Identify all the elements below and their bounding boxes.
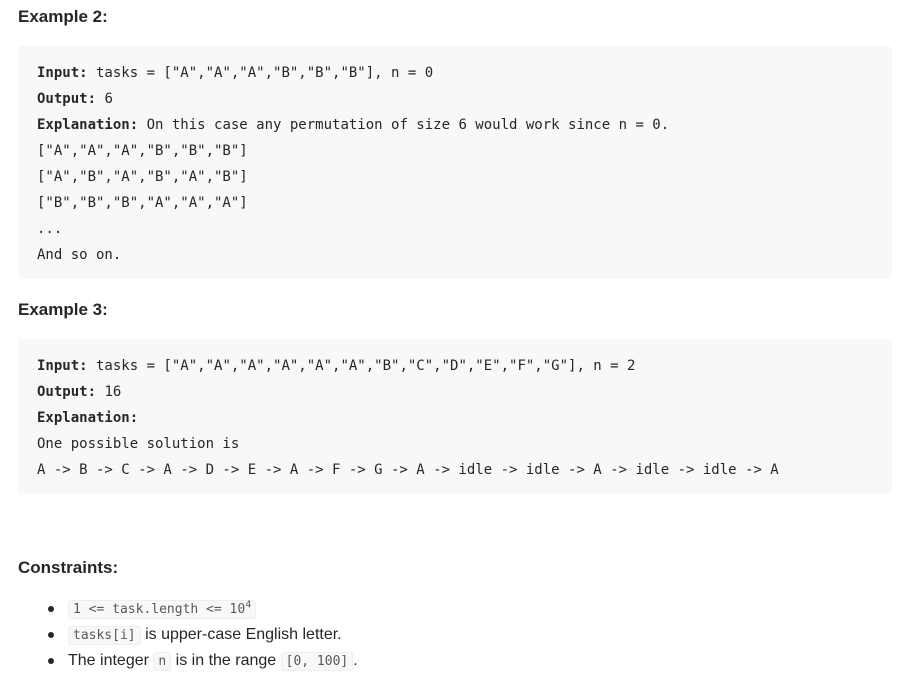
example-3-explanation-line: Explanation: — [37, 405, 892, 431]
input-value: tasks = ["A","A","A","A","A","A","B","C"… — [87, 358, 636, 374]
input-label: Input: — [37, 65, 88, 81]
example-3-heading: Example 3: — [18, 300, 108, 319]
input-value: tasks = ["A","A","A","B","B","B"], n = 0 — [87, 65, 434, 81]
bullet-icon — [48, 606, 54, 612]
constraint-content: The integer n is in the range [0, 100]. — [68, 648, 358, 675]
input-label: Input: — [37, 358, 88, 374]
example-3-solution-intro-line: One possible solution is — [37, 436, 240, 452]
example-2-permutation-line: ["A","B","A","B","A","B"] — [37, 169, 248, 185]
example-2-explanation-line: Explanation: On this case any permutatio… — [37, 112, 892, 138]
example-2-permutation-line: ["B","B","B","A","A","A"] — [37, 195, 248, 211]
example-3-schedule-line: A -> B -> C -> A -> D -> E -> A -> F -> … — [37, 462, 779, 478]
explanation-value: On this case any permutation of size 6 w… — [138, 117, 670, 133]
example-3-input-line: Input: tasks = ["A","A","A","A","A","A",… — [37, 353, 892, 379]
output-value: 16 — [96, 384, 122, 400]
constraint-code: n — [153, 652, 172, 671]
output-label: Output: — [37, 384, 97, 400]
constraint-code: [0, 100] — [280, 652, 354, 671]
output-label: Output: — [37, 91, 97, 107]
example-3-output-line: Output: 16 — [37, 379, 892, 405]
explanation-label: Explanation: — [37, 410, 139, 426]
example-2-output-line: Output: 6 — [37, 86, 892, 112]
example-2-input-line: Input: tasks = ["A","A","A","B","B","B"]… — [37, 60, 892, 86]
constraints-heading: Constraints: — [18, 558, 119, 577]
output-value: 6 — [96, 91, 113, 107]
constraint-text: . — [353, 652, 358, 669]
bullet-icon — [48, 658, 54, 664]
constraint-content: tasks[i] is upper-case English letter. — [68, 622, 342, 649]
example-2-ellipsis-line: ... — [37, 221, 63, 237]
code-base: 1 <= task.length <= 10 — [73, 602, 246, 617]
constraint-code: 1 <= task.length <= 104 — [68, 599, 257, 619]
example-2-permutation-line: ["A","A","A","B","B","B"] — [37, 143, 248, 159]
constraint-content: 1 <= task.length <= 104 — [68, 596, 257, 623]
example-3-code-block: Input: tasks = ["A","A","A","A","A","A",… — [18, 339, 892, 494]
explanation-label: Explanation: — [37, 117, 139, 133]
constraint-text: The integer — [68, 652, 154, 669]
example-2-heading: Example 2: — [18, 7, 108, 26]
constraint-code: tasks[i] — [68, 626, 141, 645]
constraint-text: is in the range — [171, 652, 281, 669]
example-2-closing-line: And so on. — [37, 247, 122, 263]
constraint-text: is upper-case English letter. — [140, 626, 342, 643]
code-superscript: 4 — [245, 599, 252, 611]
bullet-icon — [48, 632, 54, 638]
example-2-code-block: Input: tasks = ["A","A","A","B","B","B"]… — [18, 46, 892, 279]
